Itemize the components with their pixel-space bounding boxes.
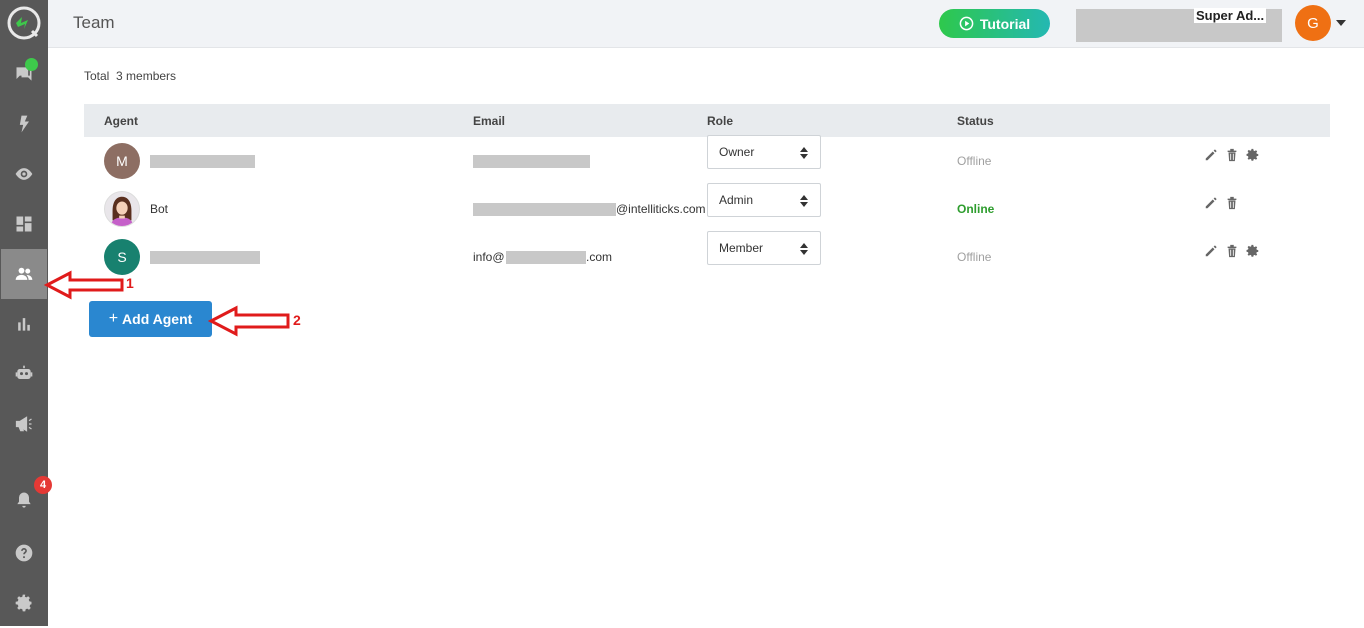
email-prefix: info@ (473, 250, 505, 264)
sidebar-item-help[interactable] (0, 528, 48, 578)
team-page: Total 3 members Agent Email Role Status … (48, 48, 1364, 626)
user-role-label: Super Ad... (1194, 8, 1267, 23)
sidebar-item-bots[interactable] (0, 349, 48, 399)
row-actions (1204, 196, 1239, 210)
woman-avatar-icon (110, 196, 134, 226)
redacted-email (473, 203, 616, 216)
annotation-label-2: 2 (293, 312, 301, 328)
eye-icon (15, 168, 33, 180)
edit-icon[interactable] (1204, 148, 1218, 162)
plus-icon: + (108, 310, 119, 327)
trash-icon[interactable] (1225, 196, 1239, 210)
annotation-arrow-2 (208, 305, 290, 337)
redacted-agent-name (150, 155, 255, 168)
status-badge: Offline (957, 250, 992, 264)
role-value: Member (719, 241, 764, 255)
edit-icon[interactable] (1204, 196, 1218, 210)
avatar: M (104, 143, 140, 179)
sort-arrows-icon (800, 243, 808, 255)
column-header-email: Email (473, 114, 506, 128)
edit-icon[interactable] (1204, 244, 1218, 258)
sort-arrows-icon (800, 195, 808, 207)
table-header: Agent Email Role Status (84, 104, 1330, 137)
dashboard-icon (16, 216, 32, 232)
user-avatar[interactable]: G (1295, 5, 1331, 41)
gear-icon[interactable] (1246, 244, 1260, 258)
agent-name: Bot (150, 202, 169, 216)
member-count: Total 3 members (84, 69, 177, 83)
email-domain: .com (586, 250, 613, 264)
role-select[interactable]: Admin (707, 183, 821, 217)
sidebar-item-chat[interactable] (0, 49, 48, 99)
tutorial-label: Tutorial (979, 15, 1031, 32)
bell-icon (17, 492, 31, 508)
column-header-agent: Agent (104, 114, 138, 128)
redacted-agent-name (150, 251, 260, 264)
role-select[interactable]: Member (707, 231, 821, 265)
team-icon (15, 267, 33, 280)
redacted-email (506, 251, 586, 264)
row-actions (1204, 148, 1260, 162)
sidebar-item-team[interactable] (1, 249, 47, 299)
trash-icon[interactable] (1225, 148, 1239, 162)
add-agent-label: Add Agent (122, 311, 193, 327)
add-agent-button[interactable]: + Add Agent (89, 301, 212, 337)
sidebar-item-settings[interactable] (0, 578, 48, 628)
role-select[interactable]: Owner (707, 135, 821, 169)
column-header-status: Status (957, 114, 994, 128)
bot-avatar (104, 191, 140, 227)
redacted-email (473, 155, 590, 168)
top-header: Team Tutorial Super Ad... G (48, 0, 1364, 48)
email-domain: @intelliticks.com (616, 202, 706, 216)
analytics-icon (18, 318, 30, 331)
sort-arrows-icon (800, 147, 808, 159)
row-actions (1204, 244, 1260, 258)
trash-icon[interactable] (1225, 244, 1239, 258)
status-badge: Online (957, 202, 995, 216)
sidebar-item-analytics[interactable] (0, 299, 48, 349)
sidebar-item-visitors[interactable] (0, 149, 48, 199)
play-circle-icon (959, 16, 974, 31)
logo-icon[interactable] (6, 5, 42, 41)
sidebar: 4 (0, 0, 52, 628)
column-header-role: Role (707, 114, 734, 128)
tutorial-button[interactable]: Tutorial (939, 9, 1050, 38)
gear-icon (15, 594, 32, 612)
gear-icon[interactable] (1246, 148, 1260, 162)
bolt-icon (19, 115, 29, 133)
bot-icon (15, 365, 33, 379)
megaphone-icon (15, 416, 32, 432)
role-value: Owner (719, 145, 755, 159)
sidebar-item-campaigns[interactable] (0, 399, 48, 449)
sidebar-item-dashboard[interactable] (0, 199, 48, 249)
help-icon (15, 544, 33, 562)
chevron-down-icon[interactable] (1336, 20, 1346, 26)
status-badge: Offline (957, 154, 992, 168)
online-indicator-dot (25, 58, 38, 71)
sidebar-item-automation[interactable] (0, 99, 48, 149)
annotation-label-1: 1 (126, 275, 134, 291)
role-value: Admin (719, 193, 754, 207)
table-row: S info@ .com Member Offline (84, 231, 1330, 287)
page-title: Team (73, 13, 115, 32)
